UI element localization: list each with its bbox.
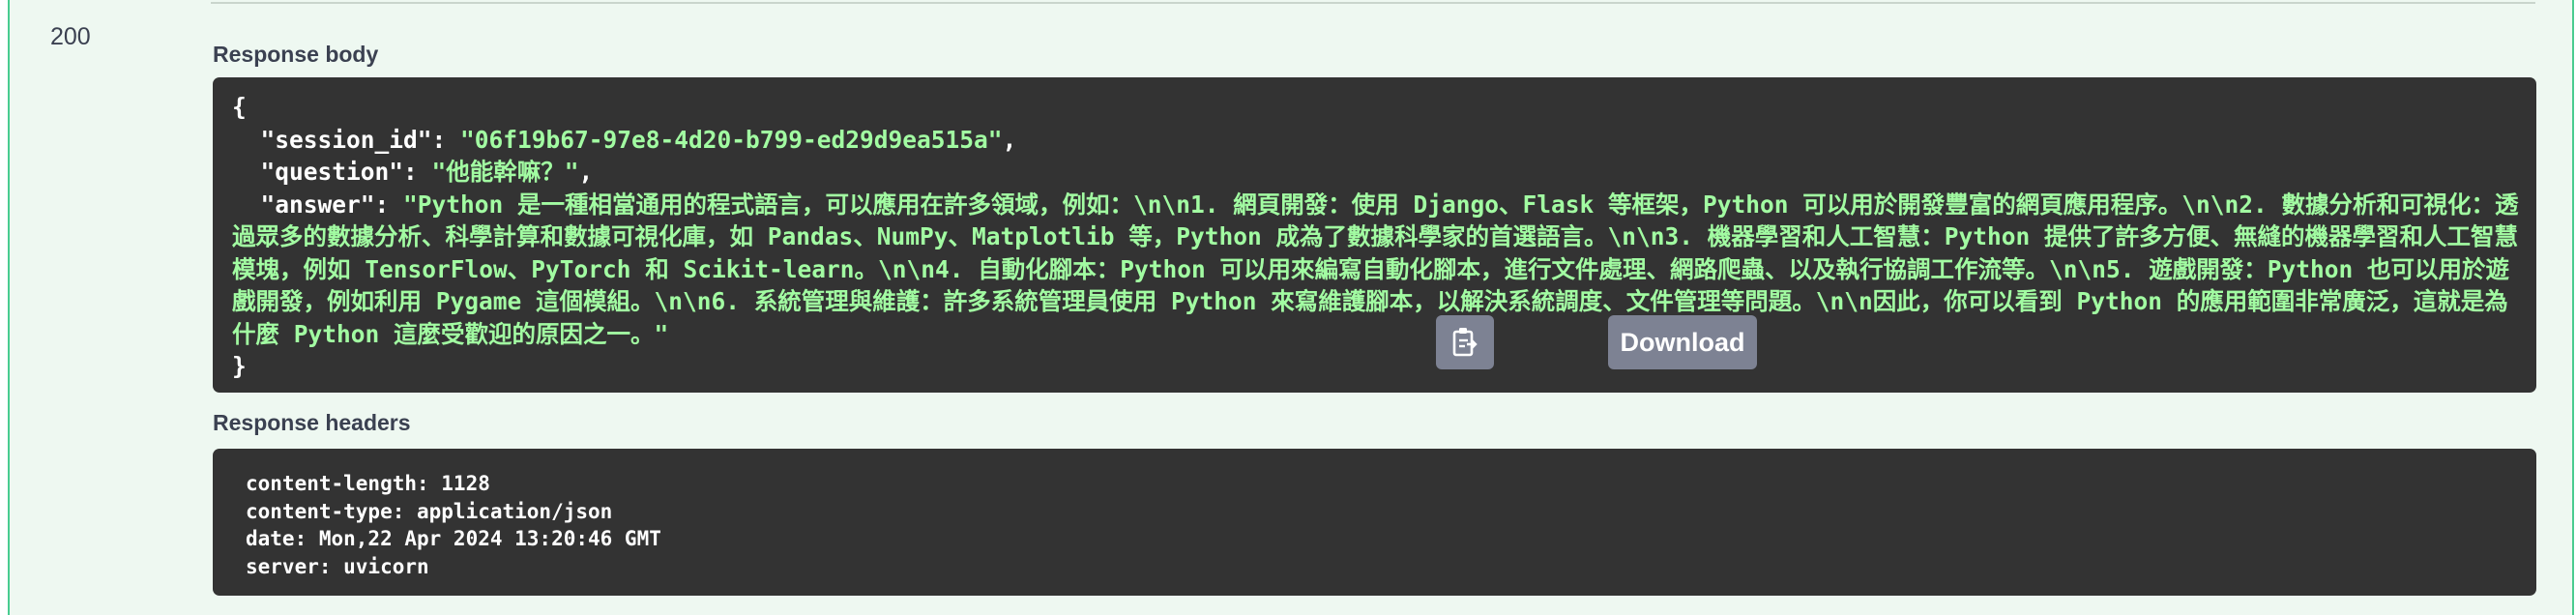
json-key: "question" [260, 158, 404, 186]
divider [211, 2, 2535, 4]
header-line: content-type: application/json [246, 499, 613, 523]
json-value: "他能幹嘛？" [431, 158, 579, 186]
copy-button[interactable] [1436, 315, 1494, 369]
clipboard-icon [1452, 328, 1478, 357]
json-key: "answer" [260, 190, 375, 219]
json-key: "session_id" [260, 125, 432, 154]
response-headers-code: content-length: 1128 content-type: appli… [213, 449, 2536, 596]
status-code: 200 [50, 23, 91, 50]
response-panel: 200 Response body { "session_id": "06f19… [8, 0, 2574, 615]
close-brace: } [232, 352, 247, 380]
response-body-code[interactable]: { "session_id": "06f19b67-97e8-4d20-b799… [213, 77, 2536, 393]
json-value: "06f19b67-97e8-4d20-b799-ed29d9ea515a" [460, 125, 1003, 154]
header-line: server: uvicorn [246, 554, 429, 578]
header-line: date: Mon,22 Apr 2024 13:20:46 GMT [246, 527, 661, 550]
json-content: { "session_id": "06f19b67-97e8-4d20-b799… [232, 93, 2519, 380]
response-headers-label: Response headers [213, 410, 411, 435]
open-brace: { [232, 93, 247, 121]
json-value: "Python 是一種相當通用的程式語言，可以應用在許多領域，例如：\n\n1.… [232, 190, 2519, 348]
response-body-label: Response body [213, 42, 379, 67]
header-line: content-length: 1128 [246, 472, 490, 495]
headers-list: content-length: 1128 content-type: appli… [246, 470, 2523, 580]
download-button[interactable]: Download [1608, 315, 1757, 369]
